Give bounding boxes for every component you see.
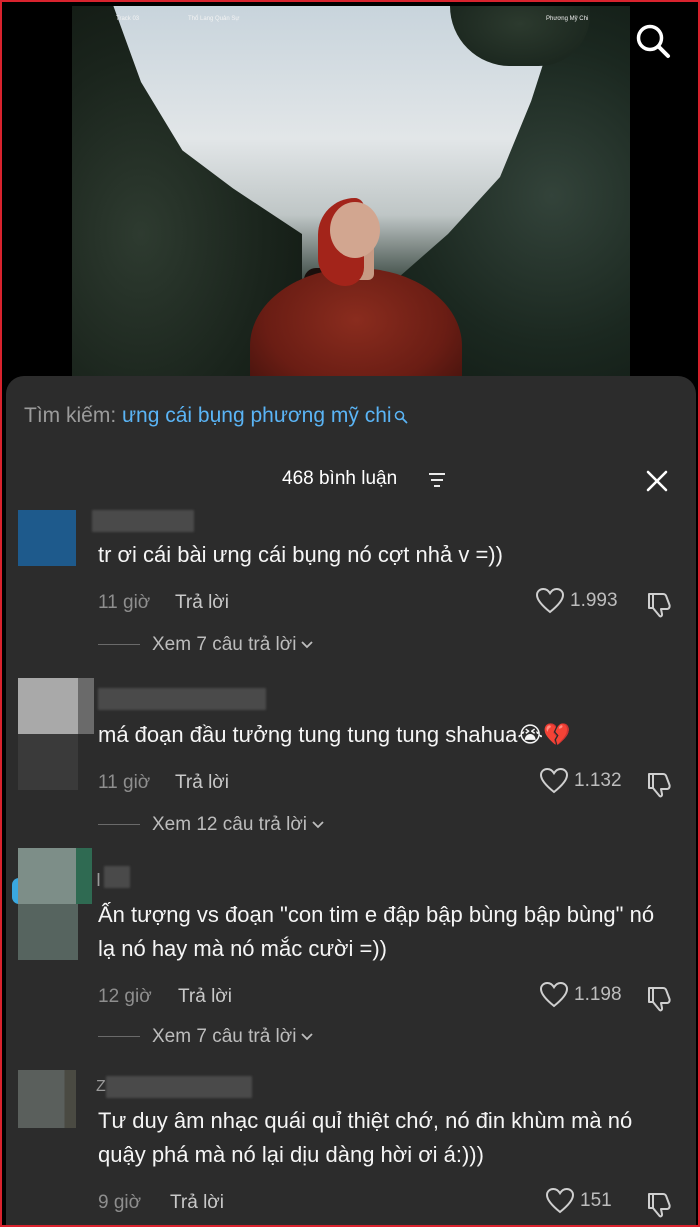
reply-button[interactable]: Trả lời [175,772,229,794]
view-replies[interactable]: Xem 12 câu trả lời [98,814,325,836]
search-icon[interactable] [634,22,672,60]
reply-button[interactable]: Trả lời [178,986,232,1008]
dislike-icon[interactable] [646,770,674,803]
comment-time: 11 giờ [98,592,151,613]
comment-item: I Ấn tượng vs đoạn "con tim e đập bập bù… [6,846,696,1070]
video-label: Thổ Lang Quản Sự [188,16,240,22]
username-initial[interactable]: I [96,870,101,891]
divider [98,644,140,646]
comment-text: Tư duy âm nhạc quái quỉ thiệt chớ, nó đi… [98,1108,633,1167]
username-initial[interactable]: Z [96,1078,106,1096]
comment-count: 468 bình luận [282,468,398,489]
search-suggestion[interactable]: Tìm kiếm: ưng cái bụng phương mỹ chi [24,404,408,430]
figure-head [330,202,380,258]
avatar[interactable] [18,678,78,790]
avatar[interactable] [18,848,78,960]
comment-text: tr ơi cái bài ưng cái bụng nó cợt nhả v … [98,542,503,567]
comment-text: Ấn tượng vs đoạn "con tim e đập bập bùng… [98,902,655,961]
view-replies-label: Xem 12 câu trả lời [152,814,308,835]
chevron-down-icon [301,1033,314,1041]
heart-icon [539,767,569,794]
heart-icon [535,587,565,614]
view-replies-label: Xem 7 câu trả lời [152,1026,297,1047]
search-suggestion-label: Tìm kiếm: [24,404,122,427]
chevron-down-icon [312,821,324,829]
avatar[interactable] [18,510,76,566]
video-top-labels: Track 03 Thổ Lang Quản Sự Phương Mỹ Chi [72,16,630,36]
divider [98,824,140,826]
username-redacted[interactable] [104,866,130,888]
username-redacted[interactable] [92,510,194,532]
chevron-down-icon [301,641,314,649]
video-still: Track 03 Thổ Lang Quản Sự Phương Mỹ Chi [72,6,630,386]
comment-item: tr ơi cái bài ưng cái bụng nó cợt nhả v … [6,508,696,678]
avatar[interactable] [18,1070,76,1128]
dislike-icon[interactable] [646,1190,674,1223]
reply-button[interactable]: Trả lời [170,1192,224,1214]
comments-header: 468 bình luận [6,464,696,494]
avatar-edge [76,848,92,904]
username-redacted[interactable] [106,1076,252,1098]
like-count: 1.132 [574,770,622,792]
like-button[interactable]: 1.993 [535,587,618,614]
comment-item: Z Tư duy âm nhạc quái quỉ thiệt chớ, nó … [6,1070,696,1225]
filter-icon[interactable] [428,472,446,493]
divider [98,1036,140,1038]
dislike-icon[interactable] [646,590,674,623]
heart-icon [545,1187,575,1214]
dislike-icon[interactable] [646,984,674,1017]
comment-text: má đoạn đầu tưởng tung tung tung shahua😭… [98,722,571,747]
video-label: Phương Mỹ Chi [546,16,589,22]
comment-item: má đoạn đầu tưởng tung tung tung shahua😭… [6,678,696,846]
reply-button[interactable]: Trả lời [175,592,229,614]
comments-sheet: Tìm kiếm: ưng cái bụng phương mỹ chi 468… [6,376,696,1225]
video-player[interactable]: Track 03 Thổ Lang Quản Sự Phương Mỹ Chi [2,2,698,402]
view-replies[interactable]: Xem 7 câu trả lời [98,634,314,656]
close-icon[interactable] [644,468,670,499]
search-icon [394,406,408,430]
like-button[interactable]: 151 [545,1187,612,1214]
heart-icon [539,981,569,1008]
comment-time: 12 giờ [98,986,152,1007]
search-suggestion-query[interactable]: ưng cái bụng phương mỹ chi [122,404,392,427]
comment-time: 9 giờ [98,1192,142,1213]
screenshot-frame: Track 03 Thổ Lang Quản Sự Phương Mỹ Chi … [0,0,700,1227]
like-button[interactable]: 1.198 [539,981,622,1008]
like-count: 1.198 [574,984,622,1006]
like-button[interactable]: 1.132 [539,767,622,794]
view-replies-label: Xem 7 câu trả lời [152,634,297,655]
video-label: Track 03 [116,16,140,22]
view-replies[interactable]: Xem 7 câu trả lời [98,1026,314,1048]
like-count: 151 [580,1190,612,1212]
avatar-edge [78,678,94,734]
username-redacted[interactable] [98,688,266,710]
like-count: 1.993 [570,590,618,612]
comment-time: 11 giờ [98,772,151,793]
